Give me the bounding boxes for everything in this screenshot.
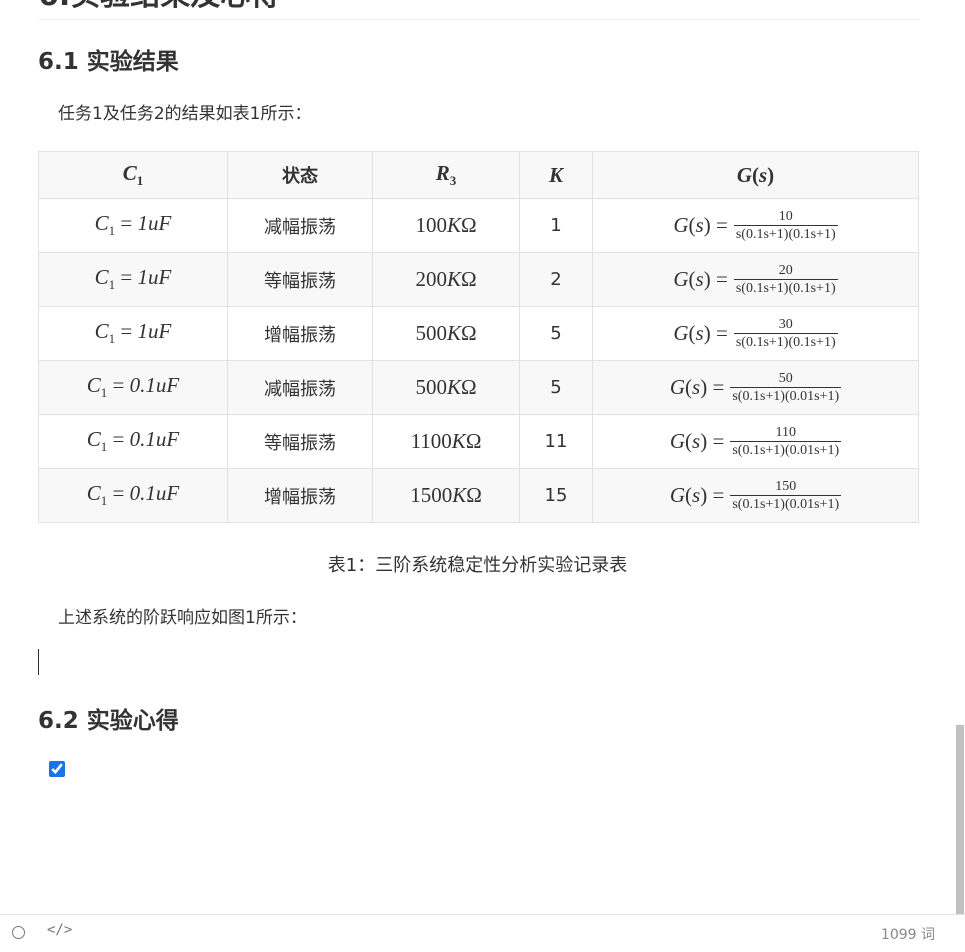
cell-k: 2 [519,252,593,307]
cell-state: 增幅振荡 [227,306,373,361]
step-response-paragraph: 上述系统的阶跃响应如图1所示： [58,608,307,628]
section-heading-6: 6.实验结果及心得 [38,0,280,14]
cell-state: 减幅振荡 [227,360,373,415]
circle-icon[interactable] [12,926,25,939]
cell-gs: G(s) = 150 s(0.1s+1)(0.01s+1) [592,468,919,523]
cell-k: 1 [519,198,593,253]
text-cursor [38,649,39,675]
cell-gs: G(s) = 20 s(0.1s+1)(0.1s+1) [592,252,919,307]
code-icon[interactable]: </> [47,922,72,938]
word-count[interactable]: 1099 词 [881,924,935,944]
cell-r3: 500KΩ [372,306,520,361]
table-row: C1 = 1uF 等幅振荡 200KΩ 2 G(s) = 20 s(0.1s+1)(0.1s… [38,252,919,307]
cell-state: 等幅振荡 [227,414,373,469]
cell-c1: C1 = 1uF [38,252,228,307]
cell-k: 11 [519,414,593,469]
cell-r3: 1100KΩ [372,414,520,469]
cell-c1: C1 = 0.1uF [38,414,228,469]
cell-c1: C1 = 1uF [38,198,228,253]
cell-state: 增幅振荡 [227,468,373,523]
table-row: C1 = 0.1uF 等幅振荡 1100KΩ 11 G(s) = 110 s(0.1s+1)… [38,414,919,469]
table-row: C1 = 0.1uF 增幅振荡 1500KΩ 15 G(s) = 150 s(0.1s+1)… [38,468,919,523]
vertical-scrollbar[interactable] [955,0,965,915]
header-gs: G(s) [592,151,919,199]
table-row: C1 = 1uF 增幅振荡 500KΩ 5 G(s) = 30 s(0.1s+1)(0.1s… [38,306,919,361]
cell-k: 15 [519,468,593,523]
header-r3: R3 [372,151,520,199]
scrollbar-thumb[interactable] [956,725,964,915]
heading-divider [38,19,918,20]
cell-k: 5 [519,306,593,361]
section-heading-6-2: 6.2 实验心得 [38,708,179,734]
section-heading-6-1: 6.1 实验结果 [38,49,179,75]
cell-r3: 500KΩ [372,360,520,415]
results-table: C1 状态 R3 K G(s) C1 = 1uF 减幅振荡 100KΩ 1 G(s) =… [38,151,919,523]
cell-gs: G(s) = 10 s(0.1s+1)(0.1s+1) [592,198,919,253]
table-row: C1 = 1uF 减幅振荡 100KΩ 1 G(s) = 10 s(0.1s+1)(0.1s… [38,198,919,253]
cell-gs: G(s) = 50 s(0.1s+1)(0.01s+1) [592,360,919,415]
cell-state: 等幅振荡 [227,252,373,307]
status-bar: </> 1099 词 [0,914,965,952]
header-k: K [519,151,593,199]
cell-c1: C1 = 0.1uF [38,360,228,415]
cell-r3: 1500KΩ [372,468,520,523]
cell-gs: G(s) = 110 s(0.1s+1)(0.01s+1) [592,414,919,469]
cell-c1: C1 = 0.1uF [38,468,228,523]
cell-r3: 100KΩ [372,198,520,253]
table-row: C1 = 0.1uF 减幅振荡 500KΩ 5 G(s) = 50 s(0.1s+1)(0.… [38,360,919,415]
cell-c1: C1 = 1uF [38,306,228,361]
task-checkbox[interactable] [49,761,65,777]
editor-content[interactable]: 6.实验结果及心得 6.1 实验结果 任务1及任务2的结果如表1所示： C1 状… [0,0,955,915]
cell-state: 减幅振荡 [227,198,373,253]
table-caption: 表1：三阶系统稳定性分析实验记录表 [327,555,628,576]
table-header-row: C1 状态 R3 K G(s) [38,151,919,199]
cell-gs: G(s) = 30 s(0.1s+1)(0.1s+1) [592,306,919,361]
header-c1: C1 [38,151,228,199]
header-state: 状态 [227,151,373,199]
cell-k: 5 [519,360,593,415]
cell-r3: 200KΩ [372,252,520,307]
intro-paragraph: 任务1及任务2的结果如表1所示： [58,104,312,124]
